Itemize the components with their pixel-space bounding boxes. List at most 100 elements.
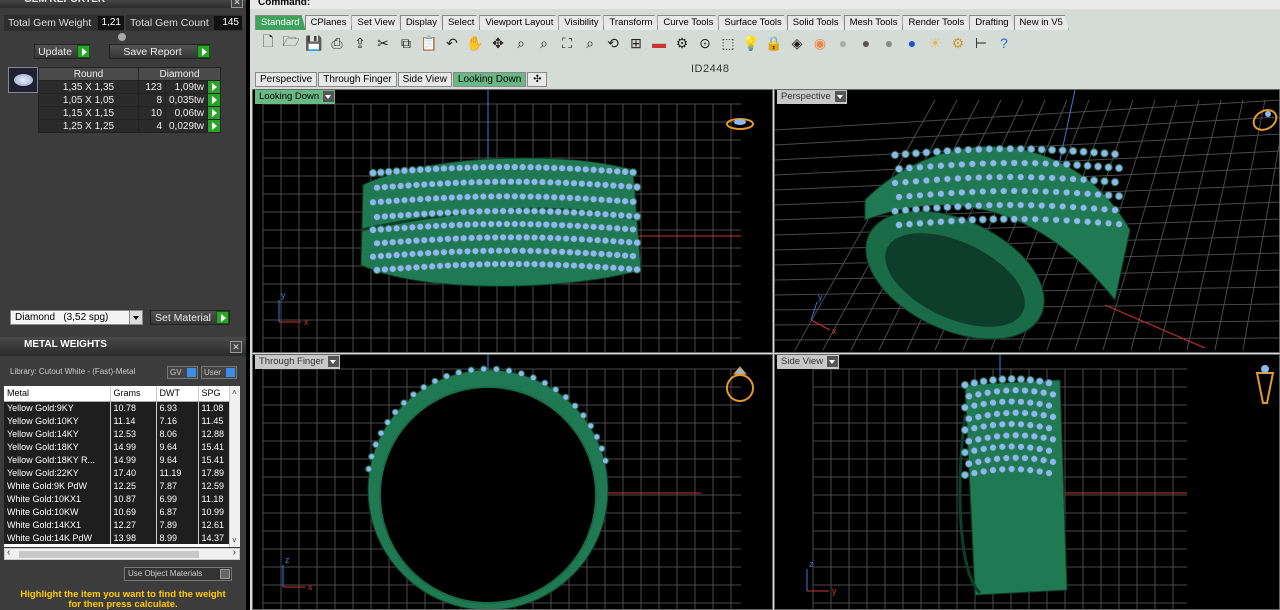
toolbar-tab[interactable]: Transform — [603, 15, 658, 30]
viewport-title[interactable]: Through Finger — [255, 355, 340, 369]
col-grams[interactable]: Grams — [110, 386, 157, 402]
rendered-sphere-icon[interactable]: ● — [856, 33, 876, 53]
pan-hand-icon[interactable]: ✋ — [465, 33, 485, 53]
view-tab[interactable]: Looking Down — [452, 72, 527, 87]
gem-row-arrow-icon[interactable] — [207, 119, 222, 133]
scrollbar-thumb[interactable] — [19, 551, 199, 558]
toolbar-tab[interactable]: Curve Tools — [657, 15, 719, 30]
scroll-left-icon[interactable]: ‹ — [7, 547, 10, 558]
chevron-down-icon[interactable] — [827, 356, 839, 367]
add-viewport-tab-icon[interactable]: ✣ — [527, 72, 548, 87]
gem-row-arrow-icon[interactable] — [207, 106, 222, 120]
chevron-down-icon[interactable] — [834, 91, 846, 102]
viewport-through-finger[interactable]: xz Through Finger — [252, 354, 773, 610]
save-report-button[interactable]: Save Report — [109, 44, 210, 59]
lock-icon[interactable]: 🔒 — [764, 33, 784, 53]
user-toggle[interactable]: User — [201, 366, 237, 379]
view-tab[interactable]: Through Finger — [318, 72, 397, 87]
toolbar-tab[interactable]: Display — [400, 15, 443, 30]
toolbar-tab[interactable]: Set View — [351, 15, 400, 30]
table-row[interactable]: Yellow Gold:22KY 17.40 11.19 17.89 — [4, 466, 240, 479]
gem-row[interactable]: 1,05 X 1,05 8 0,035tw — [38, 93, 222, 107]
view-tab[interactable]: Perspective — [255, 72, 318, 87]
metal-weights-table[interactable]: Metal Grams DWT SPG Yellow Gold:9KY 10.78… — [4, 386, 240, 547]
color-wheel-icon[interactable]: ◉ — [810, 33, 830, 53]
layer-icon[interactable]: ◈ — [787, 33, 807, 53]
toolbar-tab[interactable]: Surface Tools — [718, 15, 787, 30]
select-icon[interactable]: ⬚ — [718, 33, 738, 53]
viewport-perspective[interactable]: xy Perspective — [774, 89, 1280, 353]
rotate-view-icon[interactable]: ⟲ — [603, 33, 623, 53]
open-folder-icon[interactable]: 🗁 — [281, 33, 301, 53]
table-row[interactable]: Yellow Gold:18KY 14.99 9.64 15.41 — [4, 440, 240, 453]
gv-toggle[interactable]: GV — [167, 366, 198, 379]
table-row[interactable]: Yellow Gold:18KY R... 14.99 9.64 15.41 — [4, 453, 240, 466]
export-icon[interactable]: ⇪ — [350, 33, 370, 53]
save-report-arrow-icon[interactable] — [197, 45, 210, 58]
car-icon[interactable]: ▬ — [649, 33, 669, 53]
chevron-down-icon[interactable] — [327, 356, 339, 367]
toolbar-tab[interactable]: Standard — [255, 15, 306, 30]
help-icon[interactable]: ? — [994, 33, 1014, 53]
object-snap-icon[interactable]: ⊙ — [695, 33, 715, 53]
gem-row-arrow-icon[interactable] — [207, 80, 222, 94]
shaded-sphere-icon[interactable]: ● — [833, 33, 853, 53]
table-row[interactable]: White Gold:14KX1 12.27 7.89 12.61 — [4, 518, 240, 531]
table-row[interactable]: Yellow Gold:14KY 12.53 8.06 12.88 — [4, 427, 240, 440]
chevron-down-icon[interactable] — [129, 311, 142, 324]
cut-icon[interactable]: ✂ — [373, 33, 393, 53]
use-object-materials-toggle[interactable]: Use Object Materials — [124, 567, 232, 581]
toolbar-tab[interactable]: Render Tools — [902, 15, 970, 30]
toolbar-tab[interactable]: New in V5 — [1014, 15, 1069, 30]
scroll-right-icon[interactable]: › — [233, 547, 236, 558]
table-row[interactable]: White Gold:10KW 10.69 6.87 10.99 — [4, 505, 240, 518]
save-icon[interactable]: 💾 — [304, 33, 324, 53]
settings-gear-icon[interactable]: ⚙ — [948, 33, 968, 53]
table-row[interactable]: Yellow Gold:9KY 10.78 6.93 11.08 — [4, 401, 240, 414]
properties-icon[interactable]: ⚙ — [672, 33, 692, 53]
vertical-scrollbar[interactable]: ˄ ˅ — [229, 386, 240, 547]
view-tab[interactable]: Side View — [397, 72, 452, 87]
scroll-down-icon[interactable]: ˅ — [232, 536, 237, 545]
undo-icon[interactable]: ↶ — [442, 33, 462, 53]
set-material-arrow-icon[interactable] — [216, 311, 229, 324]
gv-checkbox[interactable] — [187, 368, 196, 377]
zoom-icon[interactable]: ⌕ — [511, 33, 531, 53]
blue-sphere-icon[interactable]: ● — [902, 33, 922, 53]
col-dwt[interactable]: DWT — [156, 386, 199, 402]
paste-icon[interactable]: 📋 — [419, 33, 439, 53]
print-icon[interactable]: ⎙ — [327, 33, 347, 53]
viewport-side-view[interactable]: yz Side View — [774, 354, 1280, 610]
table-row[interactable]: White Gold:10KX1 10.87 6.99 11.18 — [4, 492, 240, 505]
viewport-title[interactable]: Perspective — [777, 90, 847, 104]
light-bulb-icon[interactable]: 💡 — [741, 33, 761, 53]
material-select[interactable]: Diamond (3,52 spg) — [10, 310, 143, 325]
viewport-title[interactable]: Side View — [777, 355, 840, 369]
material-sphere-icon[interactable]: ● — [879, 33, 899, 53]
close-panel-icon[interactable]: ✕ — [231, 0, 243, 8]
use-object-materials-checkbox[interactable] — [220, 569, 230, 579]
table-row[interactable]: White Gold:9K PdW 12.25 7.87 12.59 — [4, 479, 240, 492]
new-file-icon[interactable]: 🗋 — [258, 33, 278, 53]
light-icon[interactable]: ☀ — [925, 33, 945, 53]
gem-row[interactable]: 1,15 X 1,15 10 0,06tw — [38, 106, 222, 120]
zoom-selected-icon[interactable]: ⌕ — [580, 33, 600, 53]
copy-icon[interactable]: ⧉ — [396, 33, 416, 53]
viewport-title[interactable]: Looking Down — [255, 90, 336, 104]
col-metal[interactable]: Metal — [4, 386, 111, 402]
toolbar-tab[interactable]: Viewport Layout — [479, 15, 559, 30]
user-checkbox[interactable] — [226, 368, 235, 377]
zoom-window-icon[interactable]: ⌕ — [534, 33, 554, 53]
scroll-up-icon[interactable]: ˄ — [232, 388, 237, 397]
close-metal-weights-icon[interactable]: ✕ — [230, 341, 242, 353]
toolbar-tab[interactable]: CPlanes — [305, 15, 353, 30]
four-viewports-icon[interactable]: ⊞ — [626, 33, 646, 53]
command-line[interactable]: Command: — [250, 0, 1280, 9]
horizontal-scrollbar[interactable]: ‹ › — [4, 547, 240, 560]
toolbar-tab[interactable]: Solid Tools — [787, 15, 845, 30]
toolbar-tab[interactable]: Drafting — [969, 15, 1014, 30]
toolbar-tab[interactable]: Mesh Tools — [844, 15, 904, 30]
zoom-extents-icon[interactable]: ⛶ — [557, 33, 577, 53]
update-arrow-icon[interactable] — [77, 45, 90, 58]
toolbar-tab[interactable]: Visibility — [558, 15, 604, 30]
